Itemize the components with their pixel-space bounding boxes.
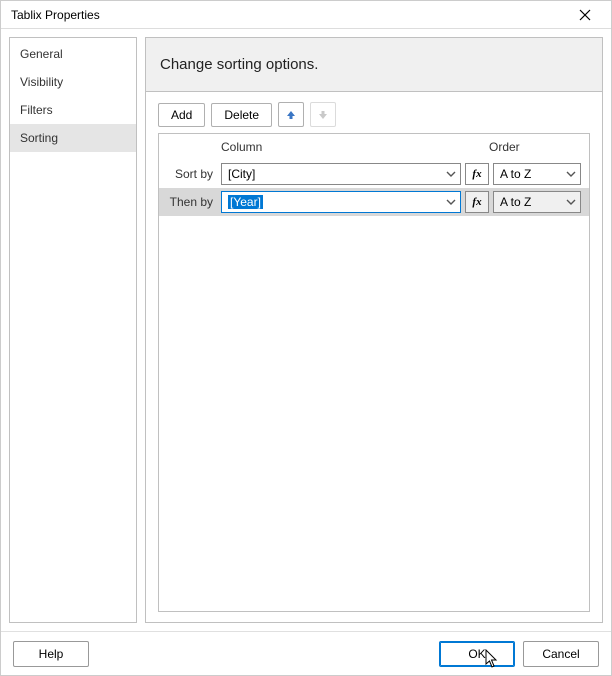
sidebar-item-label: Filters bbox=[20, 103, 53, 117]
move-up-button[interactable] bbox=[278, 102, 304, 127]
dialog-footer: Help OK Cancel bbox=[1, 631, 611, 675]
sidebar-item-label: General bbox=[20, 47, 63, 61]
chevron-down-icon bbox=[446, 170, 456, 178]
order-value: A to Z bbox=[500, 195, 531, 209]
sort-grid: Column Order Sort by [City] bbox=[158, 133, 590, 612]
move-down-button[interactable] bbox=[310, 102, 336, 127]
sidebar: General Visibility Filters Sorting bbox=[9, 37, 137, 623]
tablix-properties-dialog: Tablix Properties General Visibility Fil… bbox=[0, 0, 612, 676]
chevron-down-icon bbox=[446, 198, 456, 206]
chevron-down-icon bbox=[566, 198, 576, 206]
row-label: Sort by bbox=[167, 167, 217, 181]
expression-button[interactable]: fx bbox=[465, 163, 489, 185]
ok-button[interactable]: OK bbox=[439, 641, 515, 667]
column-dropdown[interactable]: [Year] bbox=[221, 191, 461, 213]
help-button[interactable]: Help bbox=[13, 641, 89, 667]
close-icon bbox=[579, 9, 591, 21]
dialog-body: General Visibility Filters Sorting Chang… bbox=[1, 29, 611, 631]
column-header: Column bbox=[221, 140, 459, 154]
sidebar-item-label: Visibility bbox=[20, 75, 63, 89]
sort-toolbar: Add Delete bbox=[158, 102, 590, 127]
titlebar: Tablix Properties bbox=[1, 1, 611, 29]
add-button[interactable]: Add bbox=[158, 103, 205, 127]
panel-heading: Change sorting options. bbox=[146, 38, 602, 92]
column-dropdown[interactable]: [City] bbox=[221, 163, 461, 185]
row-label: Then by bbox=[167, 195, 217, 209]
grid-header: Column Order bbox=[159, 134, 589, 160]
column-value: [Year] bbox=[228, 195, 263, 209]
delete-button[interactable]: Delete bbox=[211, 103, 272, 127]
order-dropdown[interactable]: A to Z bbox=[493, 191, 581, 213]
sidebar-item-sorting[interactable]: Sorting bbox=[10, 124, 136, 152]
sidebar-item-general[interactable]: General bbox=[10, 40, 136, 68]
order-value: A to Z bbox=[500, 167, 531, 181]
cancel-button[interactable]: Cancel bbox=[523, 641, 599, 667]
fx-icon: fx bbox=[472, 196, 481, 208]
arrow-down-icon bbox=[317, 109, 329, 121]
arrow-up-icon bbox=[285, 109, 297, 121]
sort-row: Then by [Year] fx A to Z bbox=[159, 188, 589, 216]
close-button[interactable] bbox=[567, 3, 603, 27]
sidebar-item-label: Sorting bbox=[20, 131, 58, 145]
order-header: Order bbox=[489, 140, 581, 154]
sort-row: Sort by [City] fx A to Z bbox=[159, 160, 589, 188]
main-panel: Change sorting options. Add Delete bbox=[145, 37, 603, 623]
expression-button[interactable]: fx bbox=[465, 191, 489, 213]
window-title: Tablix Properties bbox=[11, 8, 100, 22]
column-value: [City] bbox=[228, 167, 255, 181]
order-dropdown[interactable]: A to Z bbox=[493, 163, 581, 185]
sidebar-item-filters[interactable]: Filters bbox=[10, 96, 136, 124]
fx-icon: fx bbox=[472, 168, 481, 180]
panel-content: Add Delete bbox=[146, 92, 602, 622]
chevron-down-icon bbox=[566, 170, 576, 178]
sidebar-item-visibility[interactable]: Visibility bbox=[10, 68, 136, 96]
